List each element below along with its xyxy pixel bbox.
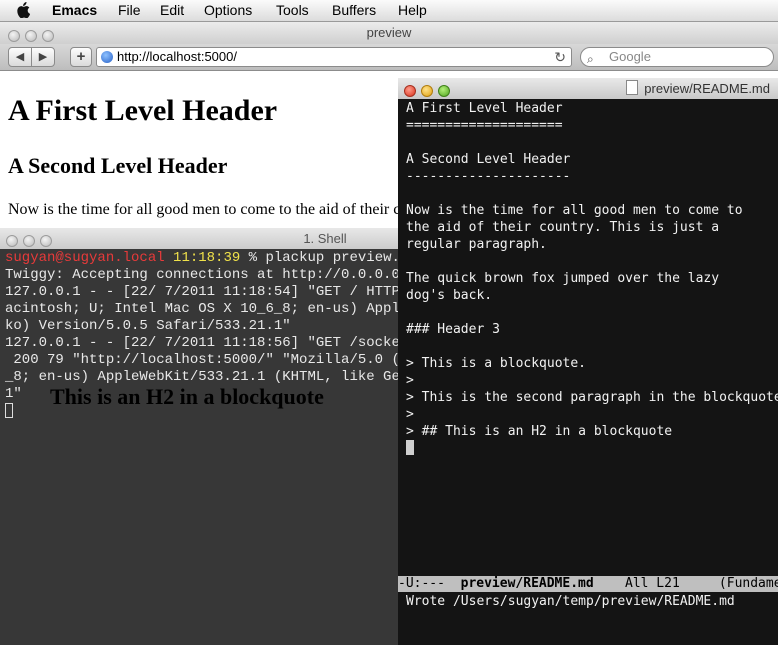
close-icon[interactable] [404,85,416,97]
close-icon[interactable] [8,30,20,42]
emacs-cursor [406,440,414,455]
terminal-line: ko) Version/5.0.5 Safari/533.21.1" [5,318,291,334]
reload-icon[interactable]: ↻ [554,48,566,66]
buffer-line: regular paragraph. [406,237,547,252]
address-bar[interactable]: http://localhost:5000/ ↻ [96,47,572,67]
add-bookmark-button[interactable]: + [70,47,92,67]
menu-app-name[interactable]: Emacs [52,2,97,18]
apple-logo-icon[interactable] [16,2,30,18]
browser-titlebar[interactable]: preview [0,22,778,44]
menu-file[interactable]: File [118,2,141,18]
globe-icon [101,51,113,63]
address-bar-url: http://localhost:5000/ [117,49,237,64]
emacs-window: preview/README.md A First Level Header =… [398,78,778,645]
minimize-icon[interactable] [421,85,433,97]
buffer-line: ### Header 3 [406,322,500,337]
emacs-buffer[interactable]: A First Level Header ===================… [406,100,778,590]
terminal-line: Twiggy: Accepting connections at http://… [5,267,451,283]
terminal-title: 1. Shell [303,231,347,246]
zoom-icon[interactable] [42,30,54,42]
menu-options[interactable]: Options [204,2,252,18]
zoom-icon[interactable] [40,235,52,247]
background-h2-blockquote: This is an H2 in a blockquote [50,384,324,409]
buffer-line: > ## This is an H2 in a blockquote [406,424,673,439]
search-field[interactable]: ⌕ Google [580,47,774,67]
menu-bar: Emacs File Edit Options Tools Buffers He… [0,0,778,22]
buffer-line: The quick brown fox jumped over the lazy [406,271,720,286]
buffer-line: the aid of their country. This is just a [406,220,720,235]
browser-title: preview [366,25,412,40]
plus-icon: + [76,48,86,65]
page-h1: A First Level Header [8,94,278,127]
buffer-line: > This is a blockquote. [406,356,587,371]
zoom-icon[interactable] [438,85,450,97]
menu-help[interactable]: Help [398,2,427,18]
modeline-position: All L21 (Fundamental) [624,576,778,591]
buffer-line: > [406,407,414,422]
prompt-user: sugyan@sugyan.local [5,250,165,266]
buffer-line: A Second Level Header [406,152,571,167]
terminal-cursor [5,403,13,418]
browser-toolbar: ◀ ▶ + http://localhost:5000/ ↻ ⌕ Google [0,44,778,71]
buffer-line: > This is the second paragraph in the bl… [406,390,778,405]
forward-arrow-icon: ▶ [38,51,48,63]
document-icon [626,80,639,95]
buffer-line: --------------------- [406,169,571,184]
search-icon: ⌕ [587,52,594,66]
buffer-line: A First Level Header [406,101,563,116]
terminal-line: 1" [5,386,22,402]
menu-edit[interactable]: Edit [160,2,184,18]
buffer-line: ==================== [406,118,563,133]
prompt-time: 11:18:39 [173,250,241,266]
emacs-minibuffer[interactable]: Wrote /Users/sugyan/temp/preview/README.… [406,593,778,610]
search-placeholder: Google [609,49,651,64]
prompt-symbol: % [248,250,258,266]
modeline-buffer-name: preview/README.md [460,576,594,591]
emacs-title: preview/README.md [644,81,770,96]
page-h2: A Second Level Header [8,153,228,178]
emacs-titlebar[interactable]: preview/README.md [398,78,778,99]
buffer-line: Now is the time for all good men to come… [406,203,743,218]
minimize-icon[interactable] [23,235,35,247]
buffer-line: > [406,373,414,388]
modeline-status: -U:--- [398,576,461,591]
emacs-modeline: -U:--- preview/README.md All L21 (Fundam… [398,576,778,592]
forward-button[interactable]: ▶ [31,47,55,67]
back-arrow-icon: ◀ [15,51,25,63]
buffer-line: dog's back. [406,288,493,303]
menu-tools[interactable]: Tools [276,2,309,18]
page-paragraph: Now is the time for all good men to come… [8,201,409,218]
minimize-icon[interactable] [25,30,37,42]
menu-buffers[interactable]: Buffers [332,2,376,18]
close-icon[interactable] [6,235,18,247]
back-button[interactable]: ◀ [8,47,32,67]
